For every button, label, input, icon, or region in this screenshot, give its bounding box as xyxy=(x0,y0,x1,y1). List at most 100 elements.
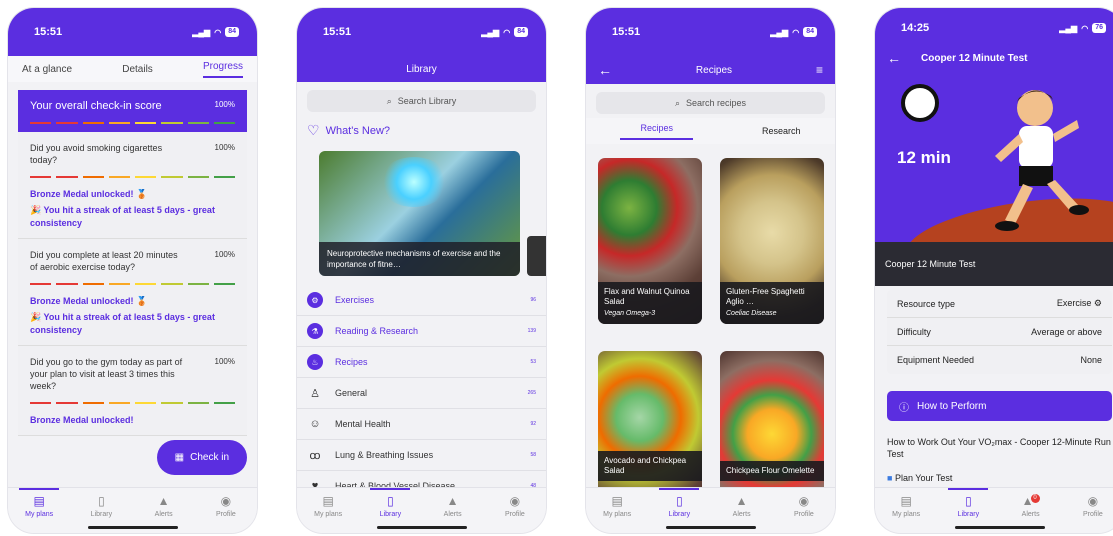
question-icon: ⓘ xyxy=(899,402,909,414)
nav-alerts[interactable]: ▲ Alerts xyxy=(717,494,767,518)
info-square-icon: ■ xyxy=(887,473,893,483)
score-dash xyxy=(82,122,104,124)
category-reading[interactable]: ⚗ Reading & Research 139 xyxy=(297,316,546,347)
bell-icon: ▲ xyxy=(735,494,748,508)
wifi-icon: ◠ xyxy=(503,27,511,37)
people-icon: ♙ xyxy=(310,387,320,400)
status-time: 15:51 xyxy=(323,26,352,38)
score-dashes xyxy=(30,122,235,124)
score-dash xyxy=(56,402,78,404)
stopwatch-icon xyxy=(901,84,939,122)
score-dash xyxy=(213,402,235,404)
next-article-peek[interactable] xyxy=(527,236,546,276)
battery-icon: 84 xyxy=(514,27,528,37)
back-arrow-icon[interactable]: ← xyxy=(887,50,901,66)
nav-profile[interactable]: ◉ Profile xyxy=(490,494,540,518)
tab-details[interactable]: Details xyxy=(122,64,153,75)
exercise-icon: ⚙ xyxy=(307,292,323,308)
nav-library[interactable]: ▯ Library xyxy=(365,488,415,518)
category-recipes[interactable]: ♨ Recipes 53 xyxy=(297,347,546,378)
nav-profile[interactable]: ◉ Profile xyxy=(779,494,829,518)
search-input[interactable]: ⌕ Search Library xyxy=(307,90,536,112)
tab-progress[interactable]: Progress xyxy=(202,61,243,78)
status-time: 15:51 xyxy=(34,26,63,38)
status-bar: 15:51 ▂▄▆ ◠ 84 xyxy=(586,8,835,56)
segment-tabs: Recipes Research xyxy=(586,118,835,144)
nav-alerts[interactable]: ▲0 Alerts xyxy=(1006,494,1056,518)
nav-profile[interactable]: ◉ Profile xyxy=(201,494,251,518)
filter-icon[interactable]: ≡ xyxy=(816,63,823,77)
tab-research[interactable]: Research xyxy=(762,126,801,136)
nav-library[interactable]: ▯ Library xyxy=(76,494,126,518)
question-pct: 100% xyxy=(214,143,235,152)
score-dashes xyxy=(30,402,235,404)
wifi-icon: ◠ xyxy=(214,27,222,37)
nav-alerts[interactable]: ▲ Alerts xyxy=(428,494,478,518)
nav-library[interactable]: ▯ Library xyxy=(654,488,704,518)
header-bg: 15:51 ▂▄▆ ◠ 84 Library xyxy=(297,8,546,82)
recipe-card[interactable]: Flax and Walnut Quinoa Salad Vegan Omega-… xyxy=(598,158,702,324)
battery-icon: 84 xyxy=(803,27,817,37)
battery-icon: 76 xyxy=(1092,23,1106,33)
category-mental-health[interactable]: ☺ Mental Health 92 xyxy=(297,409,546,440)
tab-bar: At a glance Details Progress xyxy=(8,56,257,82)
brain-illustration xyxy=(379,157,449,207)
nav-my-plans[interactable]: ▤ My plans xyxy=(303,494,353,518)
nav-my-plans[interactable]: ▤ My plans xyxy=(14,488,64,518)
question-item[interactable]: Did you complete at least 20 minutes of … xyxy=(18,239,247,346)
category-general[interactable]: ♙ General 265 xyxy=(297,378,546,409)
featured-caption: Neuroprotective mechanisms of exercise a… xyxy=(319,242,520,276)
question-text: Did you complete at least 20 minutes of … xyxy=(30,250,178,272)
nav-alerts[interactable]: ▲ Alerts xyxy=(139,494,189,518)
status-time: 15:51 xyxy=(612,26,641,38)
how-to-perform-button[interactable]: ⓘ How to Perform xyxy=(887,391,1112,421)
check-in-button[interactable]: ▦ Check in xyxy=(156,440,247,475)
question-item[interactable]: Did you go to the gym today as part of y… xyxy=(18,346,247,436)
category-exercises[interactable]: ⚙ Exercises 96 xyxy=(297,285,546,316)
medal-text: Bronze Medal unlocked! 🥉 xyxy=(30,296,148,306)
score-dash xyxy=(56,176,78,178)
smile-icon: ☺ xyxy=(309,418,321,430)
tab-at-a-glance[interactable]: At a glance xyxy=(22,64,72,75)
score-dash xyxy=(135,283,157,285)
score-dash xyxy=(108,402,130,404)
page-title: Cooper 12 Minute Test xyxy=(921,52,1028,64)
score-dash xyxy=(108,176,130,178)
category-lung[interactable]: ꝏ Lung & Breathing Issues 58 xyxy=(297,440,546,471)
score-dash xyxy=(161,283,183,285)
nav-library[interactable]: ▯ Library xyxy=(943,488,993,518)
recipe-card[interactable]: Gluten-Free Spaghetti Aglio … Coeliac Dis… xyxy=(720,158,824,324)
info-row: Difficulty Average or above xyxy=(887,318,1112,346)
featured-article[interactable]: Neuroprotective mechanisms of exercise a… xyxy=(319,151,520,276)
score-dash xyxy=(213,283,235,285)
lungs-icon: ꝏ xyxy=(309,449,321,462)
score-dash xyxy=(161,176,183,178)
exercise-icon: ⚙ xyxy=(1093,298,1102,308)
header: ← Cooper 12 Minute Test xyxy=(875,48,1113,68)
nav-my-plans[interactable]: ▤ My plans xyxy=(592,494,642,518)
search-icon: ⌕ xyxy=(386,95,392,106)
tab-recipes[interactable]: Recipes xyxy=(620,123,693,140)
hero-illustration: 12 min xyxy=(875,70,1113,242)
search-input[interactable]: ⌕ Search recipes xyxy=(596,92,825,114)
question-item[interactable]: Did you avoid smoking cigarettes today? 1… xyxy=(18,132,247,239)
back-arrow-icon[interactable]: ← xyxy=(598,62,612,78)
medal-text: Bronze Medal unlocked! 🥉 xyxy=(30,189,148,199)
calendar-icon: ▦ xyxy=(174,452,185,463)
overall-label: Your overall check-in score xyxy=(30,100,162,112)
microscope-icon: ⚗ xyxy=(307,323,323,339)
library-screen: 15:51 ▂▄▆ ◠ 84 Library ⌕ Search Library ♡ Wh… xyxy=(297,8,546,533)
plans-icon: ▤ xyxy=(900,494,912,508)
score-dash xyxy=(82,176,104,178)
nav-my-plans[interactable]: ▤ My plans xyxy=(881,494,931,518)
signal-icon: ▂▄▆ xyxy=(481,27,500,37)
score-dash xyxy=(82,283,104,285)
score-dashes xyxy=(30,283,235,285)
plans-icon: ▤ xyxy=(33,494,45,508)
score-dash xyxy=(82,402,104,404)
score-dash xyxy=(187,402,209,404)
nav-profile[interactable]: ◉ Profile xyxy=(1068,494,1113,518)
checkin-card: Your overall check-in score 100% Did you … xyxy=(18,90,247,436)
question-text: Did you avoid smoking cigarettes today? xyxy=(30,143,163,165)
alert-badge: 0 xyxy=(1030,494,1040,503)
